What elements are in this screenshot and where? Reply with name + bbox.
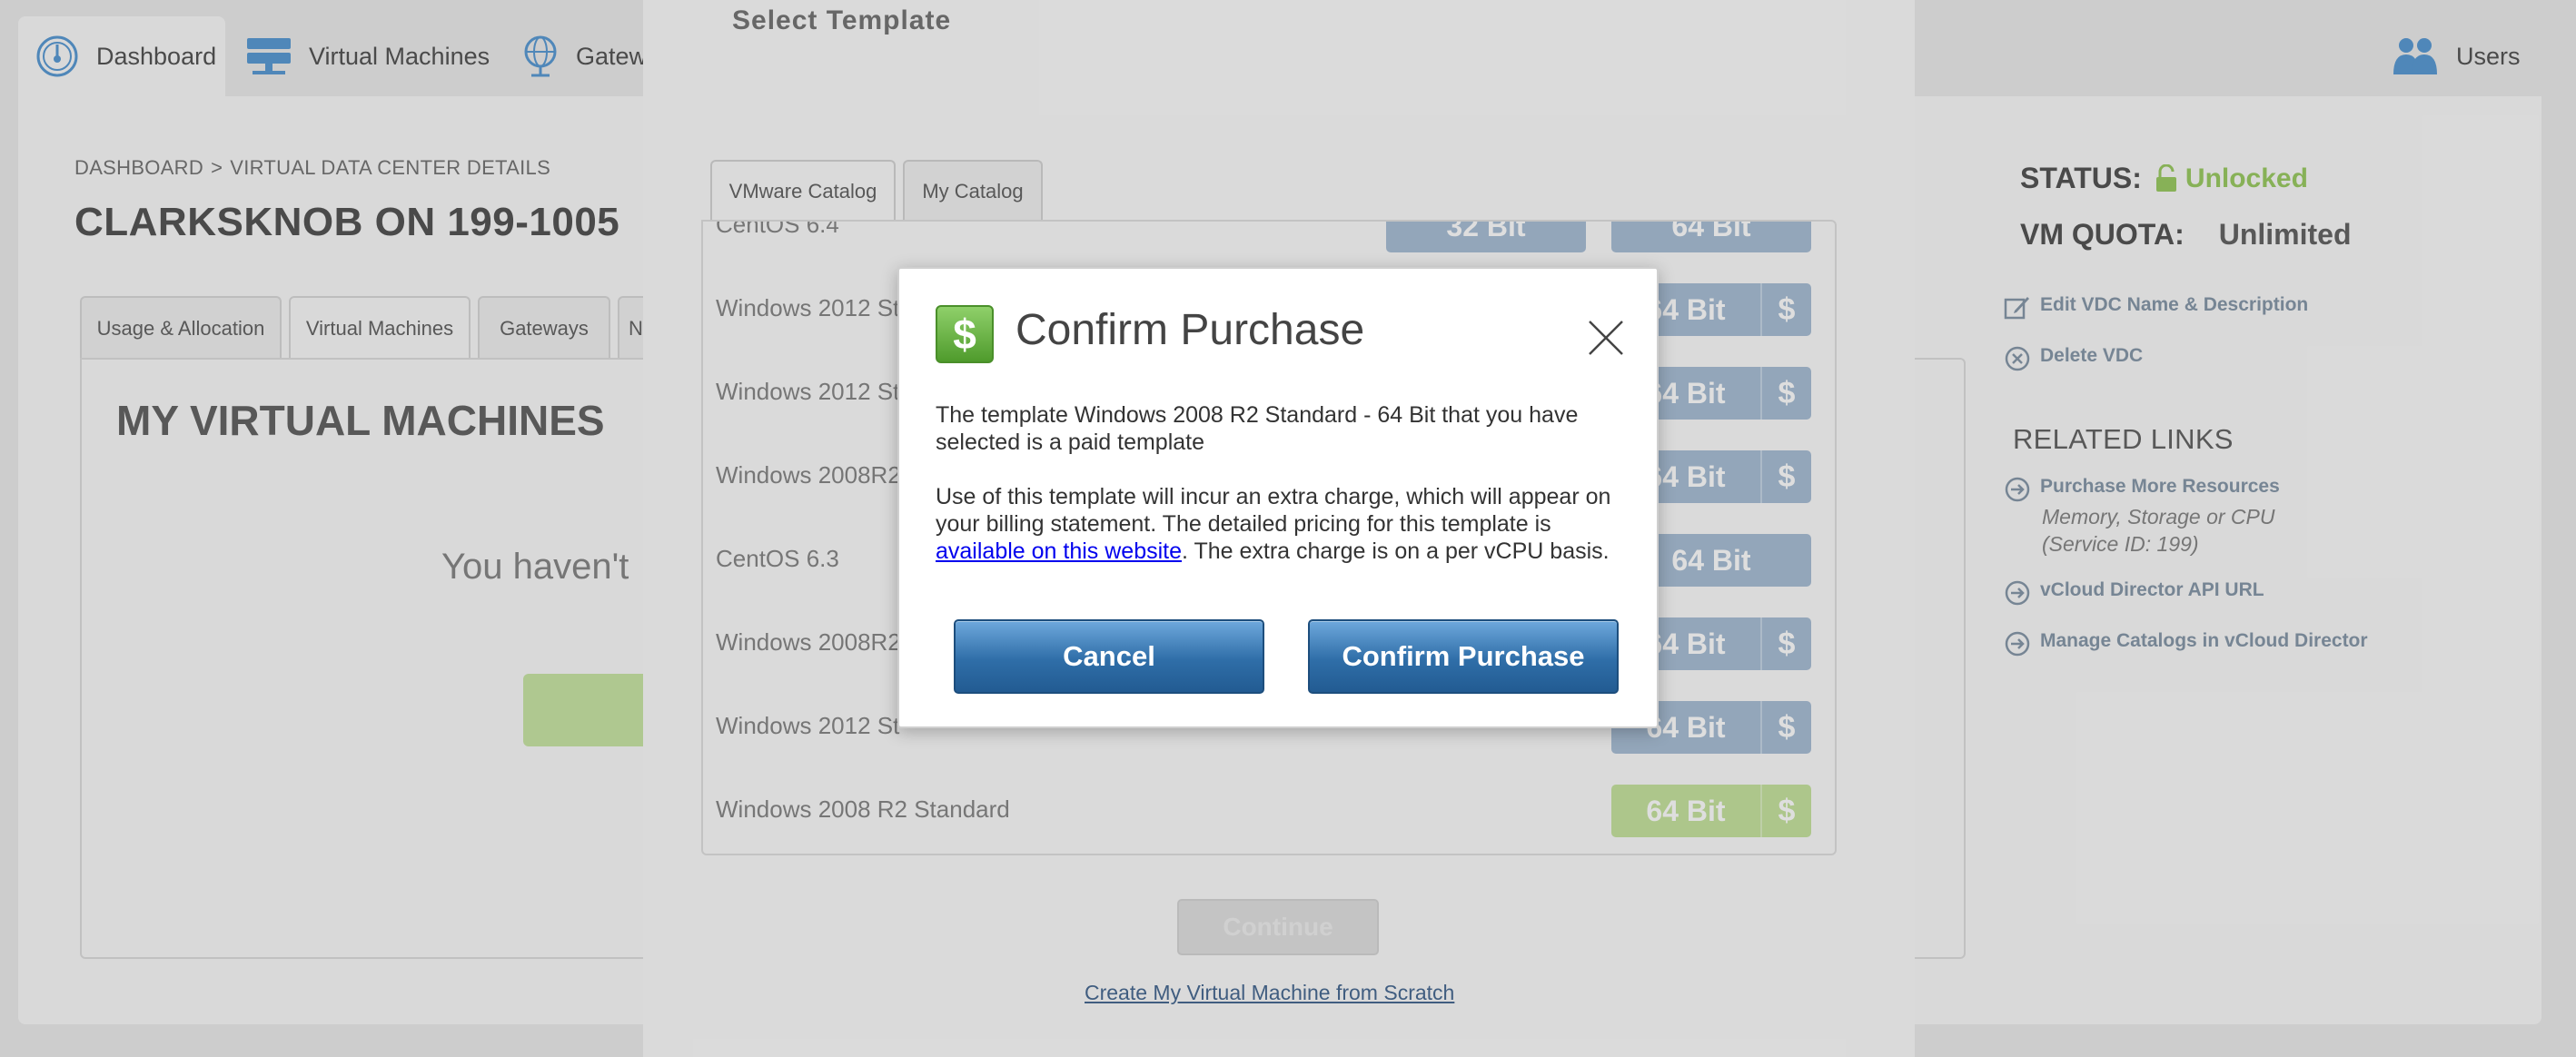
extra-charge-text-end: . The extra charge is on a per vCPU basi…	[1182, 538, 1610, 564]
confirm-purchase-dialog: $ Confirm Purchase The template Windows …	[897, 267, 1659, 728]
close-icon[interactable]	[1586, 318, 1626, 358]
extra-charge-text: Use of this template will incur an extra…	[936, 484, 1611, 537]
cancel-button[interactable]: Cancel	[954, 619, 1264, 694]
confirm-purchase-button[interactable]: Confirm Purchase	[1308, 619, 1619, 694]
pricing-website-link[interactable]: available on this website	[936, 538, 1182, 564]
dollar-icon: $	[936, 305, 994, 363]
paid-template-notice: The template Windows 2008 R2 Standard - …	[936, 402, 1579, 455]
extra-charge-notice: Use of this template will incur an extra…	[936, 483, 1626, 565]
dialog-title: Confirm Purchase	[1016, 306, 1365, 354]
